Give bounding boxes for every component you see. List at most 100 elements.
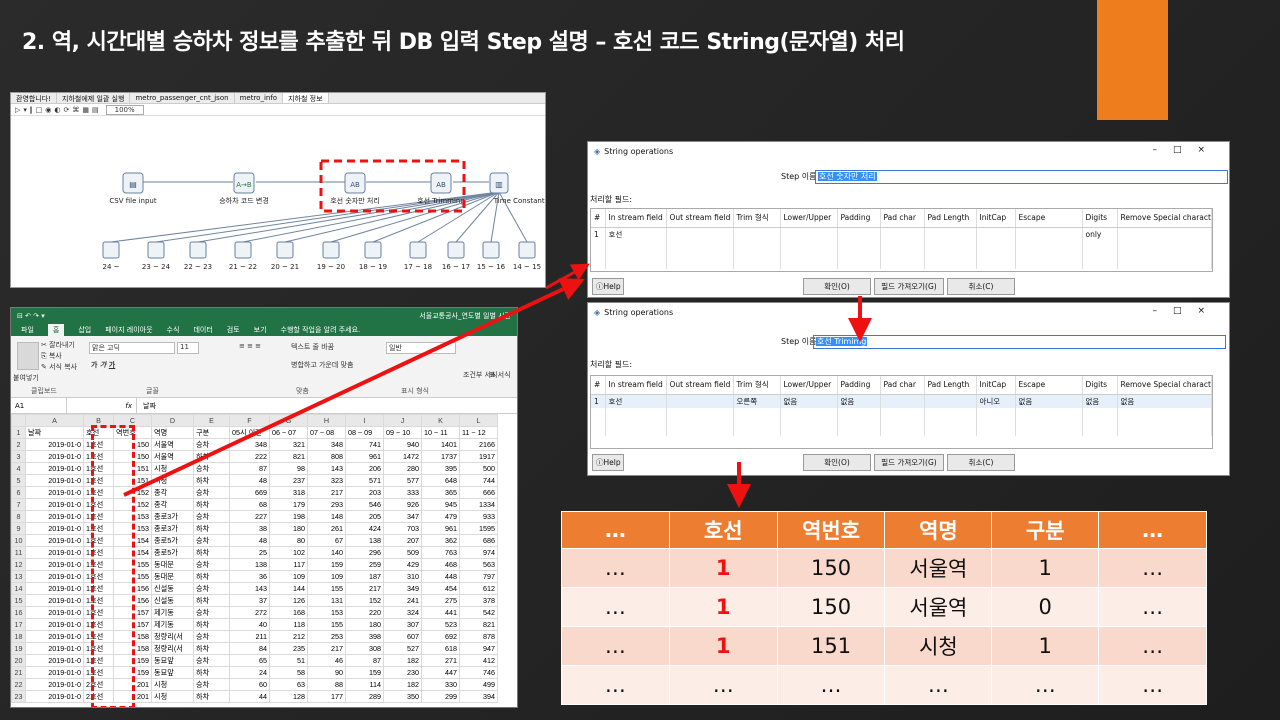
fields-cell[interactable]	[880, 394, 925, 408]
zoom-select[interactable]: 100%	[105, 104, 144, 115]
sheet-cell[interactable]: 348	[229, 438, 270, 451]
sheet-cell[interactable]: 44	[229, 690, 270, 703]
row-header[interactable]: 12	[11, 558, 26, 571]
select-all-corner[interactable]	[11, 414, 26, 427]
sheet-cell[interactable]: 398	[345, 630, 384, 643]
sheet-cell[interactable]: 37	[229, 594, 270, 607]
sheet-cell[interactable]: 58	[269, 666, 308, 679]
sheet-cell[interactable]: 500	[459, 462, 498, 475]
sheet-cell[interactable]: 36	[229, 570, 270, 583]
sheet-cell[interactable]: 11 ~ 12	[459, 426, 498, 439]
sheet-cell[interactable]: 299	[421, 690, 460, 703]
sheet-cell[interactable]: 241	[383, 594, 422, 607]
sheet-cell[interactable]: 140	[307, 546, 346, 559]
font-size-select[interactable]: 11	[177, 342, 199, 354]
sheet-cell[interactable]: 2019-01-0	[25, 630, 84, 643]
sheet-cell[interactable]: 961	[421, 522, 460, 535]
row-header[interactable]: 13	[11, 570, 26, 583]
fields-cell[interactable]: 호선	[605, 227, 667, 241]
sheet-cell[interactable]: 10 ~ 11	[421, 426, 460, 439]
tab-metro-info[interactable]: metro_info	[235, 93, 284, 103]
ribbon-tab-home[interactable]: 홈	[47, 323, 65, 336]
fields-cell[interactable]: only	[1082, 227, 1118, 241]
pentaho-step-bottom[interactable]: 21 ~ 22	[229, 241, 257, 271]
fields-cell[interactable]: 1	[591, 394, 606, 408]
sheet-cell[interactable]: 138	[345, 534, 384, 547]
sheet-cell[interactable]: 323	[307, 474, 346, 487]
pentaho-step-bottom[interactable]: 24 ~	[102, 241, 120, 271]
pentaho-step-csv[interactable]: ▤ CSV file input	[109, 172, 157, 205]
sheet-cell[interactable]: 321	[269, 438, 308, 451]
sheet-cell[interactable]: 시청	[151, 678, 194, 691]
sheet-cell[interactable]: 607	[383, 630, 422, 643]
sheet-cell[interactable]: 07 ~ 08	[307, 426, 346, 439]
fields-cell[interactable]: 아니오	[976, 394, 1016, 408]
sheet-cell[interactable]: 109	[307, 570, 346, 583]
sheet-cell[interactable]: 65	[229, 654, 270, 667]
sheet-cell[interactable]: 808	[307, 450, 346, 463]
sheet-cell[interactable]: 2019-01-0	[25, 522, 84, 535]
sheet-cell[interactable]: 46	[307, 654, 346, 667]
sheet-cell[interactable]: 546	[345, 498, 384, 511]
step-name-input[interactable]: 호선 Trimimg	[813, 335, 1226, 349]
sheet-cell[interactable]: 429	[383, 558, 422, 571]
row-header[interactable]: 23	[11, 690, 26, 703]
sheet-cell[interactable]: 347	[383, 510, 422, 523]
sheet-cell[interactable]: 307	[383, 618, 422, 631]
tab-passenger-json[interactable]: metro_passenger_cnt_json	[130, 93, 235, 103]
sheet-cell[interactable]: 청량리(서	[151, 630, 194, 643]
sheet-cell[interactable]: 2019-01-0	[25, 510, 84, 523]
font-family-select[interactable]: 맑은 고딕	[89, 342, 175, 354]
sheet-cell[interactable]: 역명	[151, 426, 194, 439]
sheet-cell[interactable]: 296	[345, 546, 384, 559]
sheet-cell[interactable]: 230	[383, 666, 422, 679]
sheet-cell[interactable]: 365	[421, 486, 460, 499]
paste-icon[interactable]	[17, 342, 39, 370]
ok-button[interactable]: 확인(O)	[803, 454, 871, 471]
sheet-cell[interactable]: 468	[421, 558, 460, 571]
pentaho-step-code-change[interactable]: A→B 승하차 코드 변경	[219, 172, 269, 205]
column-header[interactable]: D	[151, 414, 194, 427]
sheet-cell[interactable]: 제기동	[151, 618, 194, 631]
sheet-cell[interactable]: 330	[421, 678, 460, 691]
sheet-cell[interactable]: 362	[421, 534, 460, 547]
row-header[interactable]: 20	[11, 654, 26, 667]
ribbon-tab-insert[interactable]: 삽입	[78, 325, 91, 335]
sheet-cell[interactable]: 06 ~ 07	[269, 426, 308, 439]
sheet-cell[interactable]: 217	[307, 642, 346, 655]
sheet-cell[interactable]: 하차	[193, 642, 230, 655]
sheet-cell[interactable]: 933	[459, 510, 498, 523]
sheet-cell[interactable]: 서울역	[151, 450, 194, 463]
pentaho-step-line-digits[interactable]: AB 호선 숫자만 처리	[330, 172, 380, 205]
ribbon-tab-view[interactable]: 보기	[254, 325, 267, 335]
fields-cell[interactable]	[924, 394, 977, 408]
sheet-cell[interactable]: 686	[459, 534, 498, 547]
sheet-cell[interactable]: 878	[459, 630, 498, 643]
sheet-cell[interactable]: 217	[345, 582, 384, 595]
sql-icon[interactable]: ▦	[82, 106, 89, 114]
sheet-cell[interactable]: 348	[307, 438, 346, 451]
sheet-cell[interactable]: 2019-01-0	[25, 498, 84, 511]
row-header[interactable]: 5	[11, 474, 26, 487]
sheet-cell[interactable]: 447	[421, 666, 460, 679]
sheet-cell[interactable]: 동대문	[151, 558, 194, 571]
sheet-cell[interactable]: 947	[459, 642, 498, 655]
sheet-cell[interactable]: 207	[383, 534, 422, 547]
pentaho-step-bottom[interactable]: 14 ~ 15	[513, 241, 541, 271]
sheet-cell[interactable]: 741	[345, 438, 384, 451]
sheet-cell[interactable]: 152	[345, 594, 384, 607]
sheet-cell[interactable]: 293	[307, 498, 346, 511]
sheet-cell[interactable]: 2019-01-0	[25, 570, 84, 583]
fields-cell[interactable]	[780, 227, 838, 241]
sheet-cell[interactable]: 509	[383, 546, 422, 559]
sheet-cell[interactable]: 940	[383, 438, 422, 451]
sheet-cell[interactable]: 25	[229, 546, 270, 559]
sheet-cell[interactable]: 424	[345, 522, 384, 535]
sheet-cell[interactable]: 서울역	[151, 438, 194, 451]
sheet-cell[interactable]: 하차	[193, 450, 230, 463]
explore-icon[interactable]: ⌘	[72, 106, 79, 114]
tab-subway-info[interactable]: 지하철 정보	[283, 93, 329, 103]
sheet-cell[interactable]: 38	[229, 522, 270, 535]
sheet-cell[interactable]: 63	[269, 678, 308, 691]
row-header[interactable]: 8	[11, 510, 26, 523]
